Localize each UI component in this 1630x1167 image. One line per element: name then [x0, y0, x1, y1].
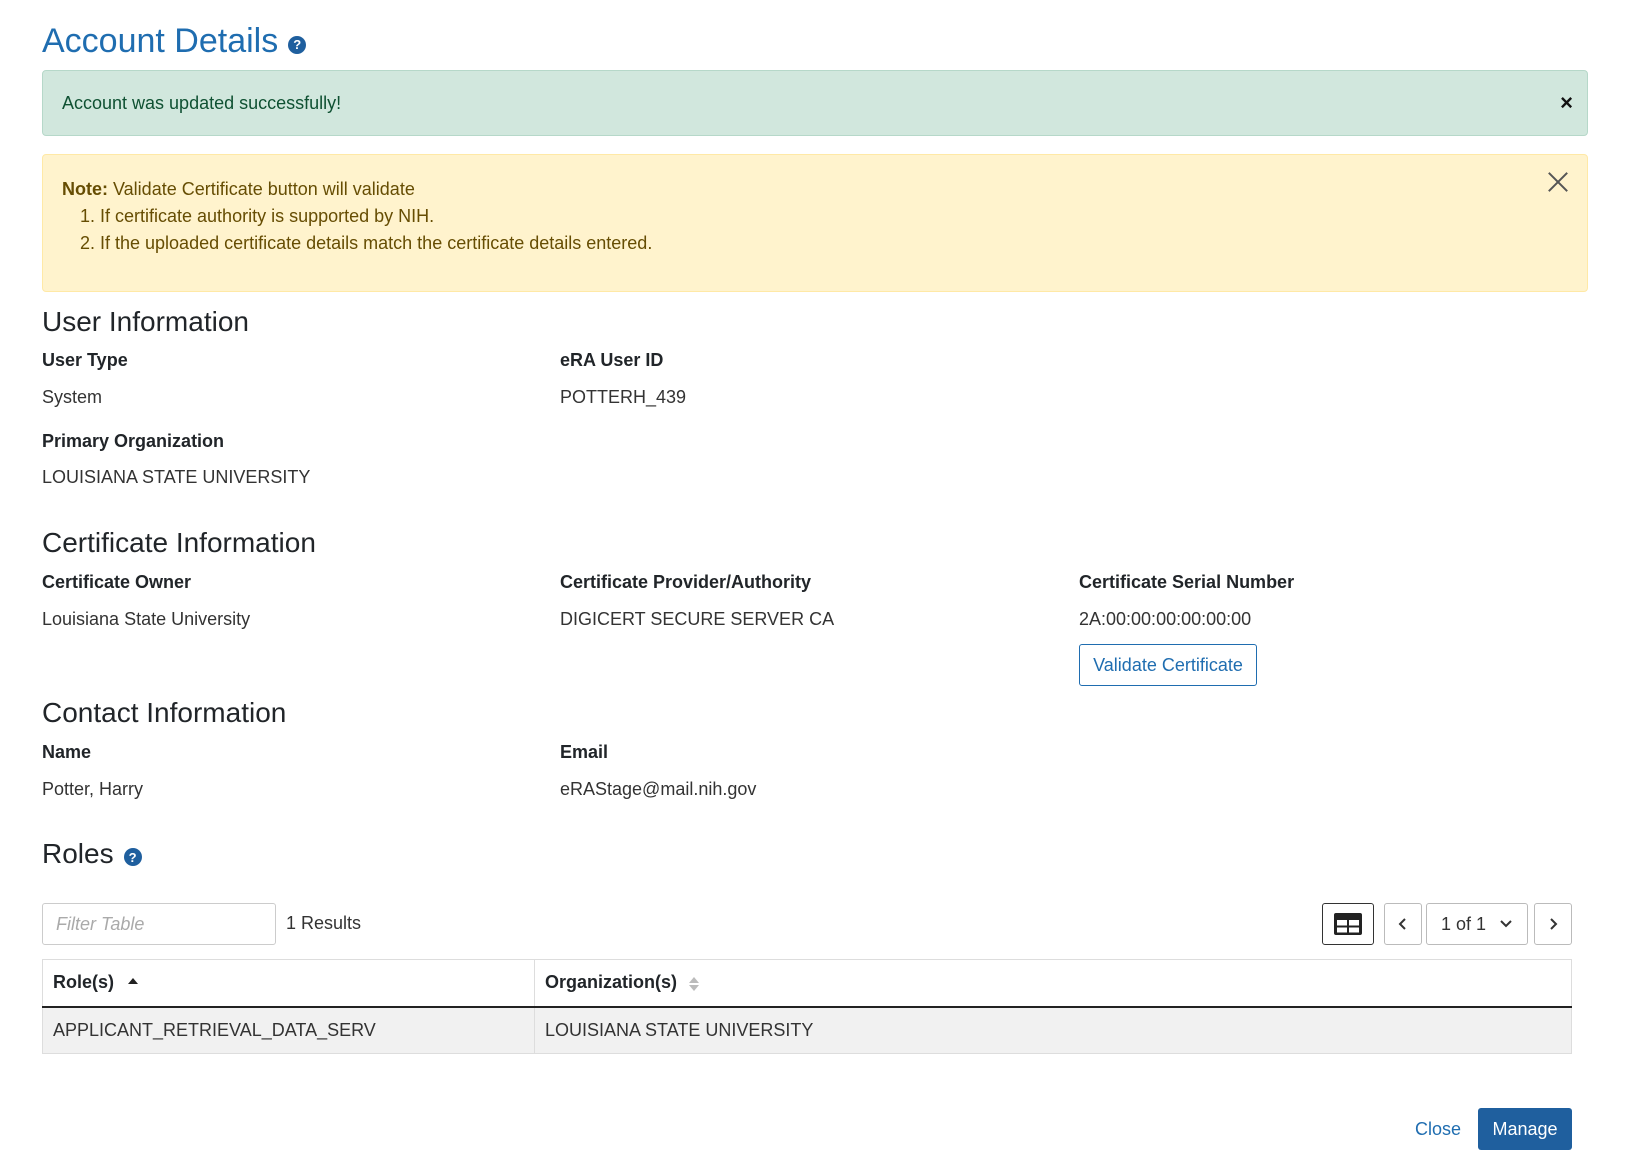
grid-view-button[interactable]: [1322, 903, 1374, 945]
page-title-text: Account Details: [42, 22, 279, 60]
contact-name-label: Name: [42, 742, 92, 762]
filter-table-input[interactable]: [42, 903, 276, 945]
roles-table: Role(s) Organization(s) APPLICANT_RETRIE…: [42, 959, 1572, 1054]
column-header-roles-label: Role(s): [53, 972, 115, 993]
certificate-provider-label: Certificate Provider/Authority: [560, 572, 812, 592]
note-list: If certificate authority is supported by…: [100, 203, 1568, 257]
help-icon[interactable]: ?: [123, 848, 142, 866]
table-cell-role: APPLICANT_RETRIEVAL_DATA_SERV: [42, 1006, 535, 1054]
certificate-serial-label: Certificate Serial Number: [1079, 572, 1295, 592]
note-item-2: If the uploaded certificate details matc…: [100, 230, 1568, 257]
contact-email-label: Email: [560, 742, 609, 762]
roles-title: Roles ?: [42, 838, 142, 870]
user-type-label: User Type: [42, 350, 128, 370]
success-alert: Account was updated successfully! ×: [42, 70, 1588, 136]
validate-certificate-button[interactable]: Validate Certificate: [1079, 644, 1257, 686]
contact-email-value: eRAStage@mail.nih.gov: [560, 779, 757, 799]
contact-information-title: Contact Information: [42, 697, 287, 728]
results-count: 1 Results: [286, 913, 362, 933]
certificate-serial-value: 2A:00:00:00:00:00:00: [1079, 609, 1252, 629]
column-header-organizations-label: Organization(s): [545, 972, 678, 993]
chevron-left-icon: [1398, 918, 1406, 930]
table-row: APPLICANT_RETRIEVAL_DATA_SERV LOUISIANA …: [42, 1006, 1572, 1054]
certificate-owner-value: Louisiana State University: [42, 609, 251, 629]
user-type-value: System: [42, 387, 103, 407]
help-icon[interactable]: ?: [288, 35, 307, 54]
previous-page-button[interactable]: [1384, 903, 1422, 945]
success-message: Account was updated successfully!: [62, 92, 342, 113]
note-label: Note:: [62, 179, 108, 199]
next-page-button[interactable]: [1534, 903, 1572, 945]
contact-name-value: Potter, Harry: [42, 779, 144, 799]
sort-both-icon: [689, 976, 700, 991]
primary-organization-label: Primary Organization: [42, 431, 225, 451]
primary-organization-value: LOUISIANA STATE UNIVERSITY: [42, 467, 311, 487]
user-information-title: User Information: [42, 306, 249, 337]
table-header-row: Role(s) Organization(s): [42, 959, 1572, 1008]
grid-view-icon: [1334, 913, 1362, 935]
note-body: Validate Certificate button will validat…: [108, 179, 415, 199]
chevron-down-icon: [1500, 920, 1512, 928]
note-alert: Note: Validate Certificate button will v…: [42, 154, 1588, 292]
page-select[interactable]: 1 of 1: [1426, 903, 1528, 945]
chevron-right-icon: [1550, 918, 1558, 930]
sort-asc-icon: [128, 978, 139, 985]
era-user-id-label: eRA User ID: [560, 350, 664, 370]
note-text: Note: Validate Certificate button will v…: [62, 176, 1568, 203]
close-icon[interactable]: ×: [1560, 90, 1573, 116]
page-select-value: 1 of 1: [1441, 913, 1487, 934]
manage-button[interactable]: Manage: [1478, 1108, 1572, 1150]
roles-title-text: Roles: [42, 838, 114, 869]
column-header-organizations[interactable]: Organization(s): [534, 959, 1572, 1008]
certificate-information-title: Certificate Information: [42, 527, 316, 558]
close-icon[interactable]: [1545, 169, 1571, 195]
era-user-id-value: POTTERH_439: [560, 387, 687, 407]
certificate-owner-label: Certificate Owner: [42, 572, 192, 592]
certificate-provider-value: DIGICERT SECURE SERVER CA: [560, 609, 835, 629]
table-cell-organization: LOUISIANA STATE UNIVERSITY: [534, 1006, 1572, 1054]
page-title: Account Details ?: [42, 22, 307, 61]
close-link[interactable]: Close: [1415, 1119, 1461, 1140]
note-item-1: If certificate authority is supported by…: [100, 203, 1568, 230]
column-header-roles[interactable]: Role(s): [42, 959, 535, 1008]
